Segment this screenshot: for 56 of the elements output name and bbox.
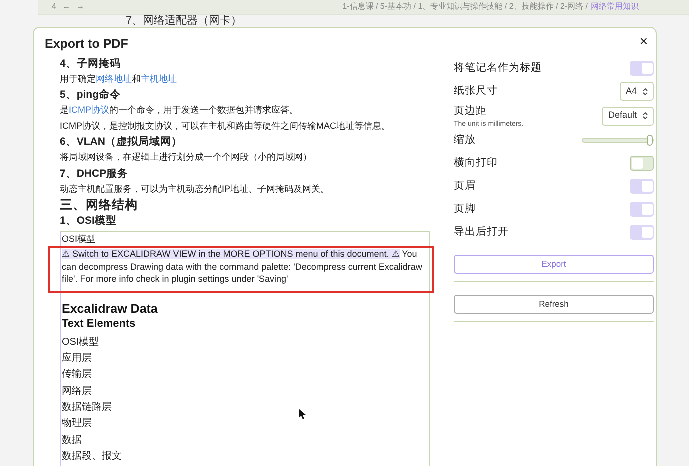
- embed-caption: OSI模型: [62, 233, 97, 246]
- text-element: 应用层: [62, 352, 92, 366]
- preview-link[interactable]: ICMP协议: [69, 105, 110, 116]
- preview-paragraph: 用于确定网络地址和主机地址: [60, 72, 178, 86]
- select-dropdown[interactable]: Default: [602, 106, 654, 126]
- text-element: 物理层: [62, 417, 92, 432]
- text-element: OSI模型: [62, 336, 100, 350]
- toggle-switch[interactable]: [630, 202, 654, 217]
- refresh-button[interactable]: Refresh: [454, 294, 654, 314]
- toggle-switch[interactable]: [630, 156, 654, 171]
- preview-heading: 1、OSI模型: [60, 214, 118, 230]
- preview-heading: 6、VLAN（虚拟局域网）: [60, 135, 184, 150]
- preview-heading: 4、子网掩码: [60, 56, 122, 72]
- export-button[interactable]: Export: [454, 254, 654, 274]
- setting-label: 将笔记名作为标题: [454, 60, 542, 76]
- setting-label: 页脚: [454, 202, 476, 217]
- breadcrumb-current[interactable]: 网络常用知识: [591, 1, 639, 13]
- preview-link[interactable]: 网络地址: [96, 74, 132, 84]
- breadcrumb-path[interactable]: 1-信息课 / 5-基本功 / 1、专业知识与操作技能 / 2、技能操作 / 2-网络 /: [342, 1, 588, 13]
- setting-label: 导出后打开: [454, 224, 509, 240]
- back-button[interactable]: ←: [62, 1, 70, 13]
- preview-section-heading: 三、网络结构: [60, 197, 139, 214]
- toggle-switch[interactable]: [630, 179, 654, 194]
- preview-paragraph: ICMP协议，是控制报文协议，可以在主机和路由等硬件之间传输MAC地址等信息。: [60, 120, 392, 133]
- setting-label: 纸张尺寸: [454, 84, 498, 99]
- setting-label: 横向打印: [454, 156, 498, 171]
- forward-button[interactable]: →: [76, 1, 84, 13]
- chevron-icon: [643, 88, 648, 96]
- embed-subtitle: Text Elements: [62, 316, 137, 332]
- setting-label: 页边距: [454, 104, 488, 119]
- preview-heading: 7、DHCP服务: [60, 166, 130, 182]
- page-number: 4: [52, 1, 56, 13]
- toggle-switch[interactable]: [630, 225, 654, 240]
- cursor-icon: [299, 409, 307, 420]
- toggle-switch[interactable]: [630, 61, 654, 76]
- preview-paragraph: 是ICMP协议的一个命令，用于发送一个数据包并请求应答。: [60, 104, 300, 118]
- embed-title: Excalidraw Data: [62, 302, 159, 317]
- slider-thumb[interactable]: [647, 135, 653, 146]
- preview-link[interactable]: 主机地址: [141, 74, 177, 84]
- note-heading: 7、网络适配器（网卡）: [126, 15, 242, 27]
- slider-track[interactable]: [582, 138, 654, 143]
- dialog-title: Export to PDF: [45, 36, 128, 53]
- setting-label: 页眉: [454, 178, 476, 194]
- text-element: 数据段、报文: [62, 450, 122, 464]
- text-element: 数据: [62, 434, 82, 448]
- text-element: 网络层: [62, 384, 92, 399]
- chevron-icon: [643, 112, 648, 120]
- select-dropdown[interactable]: A4: [620, 82, 654, 102]
- close-button[interactable]: ×: [640, 35, 648, 47]
- warning-text: ⚠ Switch to EXCALIDRAW VIEW in the MORE OPTIONS menu of this document. ⚠ You can decompress Drawing data with the command palette: 'Decompress current Excalidraw file'. For more info check in plugin settings under 'Saving': [62, 248, 424, 286]
- preview-paragraph: 动态主机配置服务，可以为主机动态分配IP地址、子网掩码及网关。: [60, 182, 331, 196]
- preview-heading: 5、ping命令: [60, 88, 122, 104]
- text-element: 数据链路层: [62, 400, 112, 415]
- preview-paragraph: 将局域网设备，在逻辑上进行划分成一个个网段（小的局域网）: [60, 151, 313, 164]
- text-element: 传输层: [62, 368, 92, 382]
- setting-label: 缩放: [454, 132, 476, 148]
